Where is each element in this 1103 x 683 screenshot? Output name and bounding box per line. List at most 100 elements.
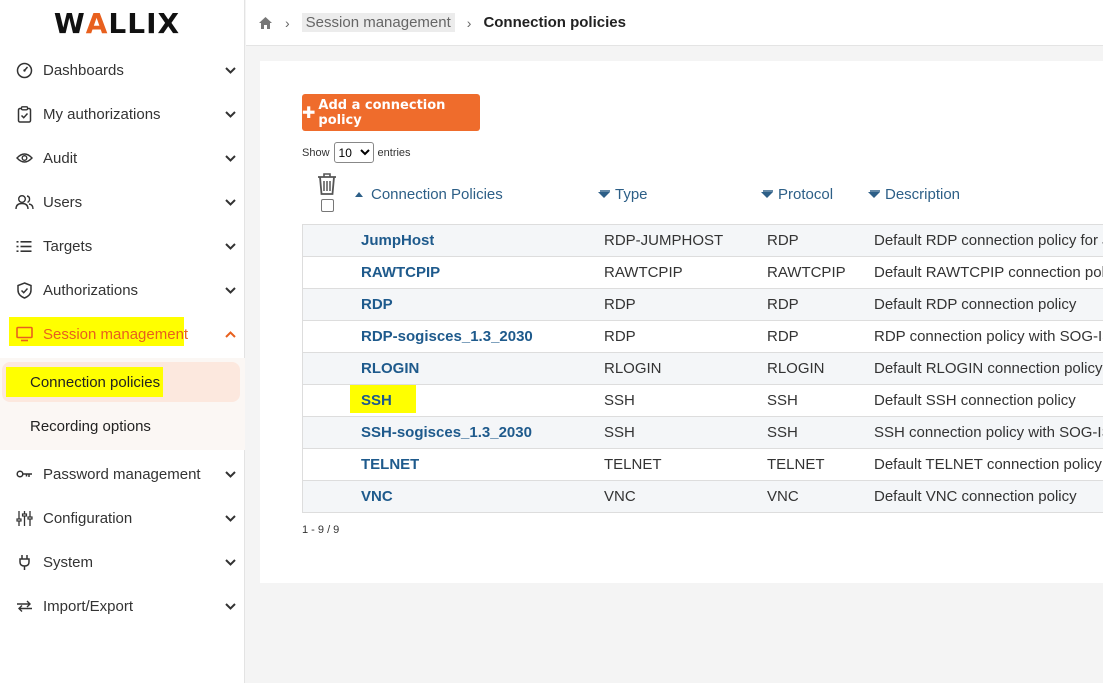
policy-name-link[interactable]: TELNET [361, 449, 419, 480]
eye-icon [14, 148, 34, 168]
column-header-connection-policies[interactable]: Connection Policies [354, 186, 503, 203]
breadcrumb-current: Connection policies [483, 14, 626, 31]
policy-name-link[interactable]: RLOGIN [361, 353, 419, 384]
sidebar-item-import-export[interactable]: Import/Export [0, 584, 245, 628]
plus-icon: ✚ [302, 103, 316, 122]
sort-asc-icon [355, 192, 363, 197]
column-header-label: Connection Policies [371, 186, 503, 203]
sidebar: W A LLIX Dashboards My authorizations Audi… [0, 0, 245, 683]
trash-icon[interactable] [316, 172, 338, 201]
table-row: RDP-sogisces_1.3_2030 RDP RDP RDP connec… [302, 321, 1103, 353]
sidebar-subitem-recording-options[interactable]: Recording options [2, 406, 240, 446]
table-row: JumpHost RDP-JUMPHOST RDP Default RDP co… [302, 225, 1103, 257]
policy-description: Default RDP connection policy [874, 296, 1077, 313]
sidebar-subitem-connection-policies[interactable]: Connection policies [2, 362, 240, 402]
sidebar-item-dashboards[interactable]: Dashboards [0, 48, 245, 92]
entries-select[interactable]: 10 [333, 142, 374, 163]
breadcrumb: › Session management › Connection polici… [246, 0, 1103, 46]
sidebar-item-label: Audit [43, 149, 78, 167]
policy-name-link[interactable]: JumpHost [361, 225, 434, 256]
add-button-label: Add a connection policy [318, 97, 446, 128]
key-icon [14, 464, 34, 484]
policy-type: RDP [604, 328, 636, 345]
chevron-down-icon [215, 198, 245, 206]
sidebar-item-label: Users [43, 193, 83, 211]
sidebar-item-label: Targets [43, 237, 93, 255]
select-all-checkbox[interactable] [321, 199, 334, 212]
policy-name-link[interactable]: RAWTCPIP [361, 257, 440, 288]
policy-description: Default RAWTCPIP connection polic [874, 264, 1103, 281]
chevron-down-icon [215, 110, 245, 118]
sidebar-item-label: Authorizations [43, 281, 139, 299]
sidebar-item-configuration[interactable]: Configuration [0, 496, 245, 540]
sidebar-item-my-authorizations[interactable]: My authorizations [0, 92, 245, 136]
sidebar-subitem-label: Connection policies [30, 373, 161, 391]
clipboard-check-icon [14, 104, 34, 124]
policy-name-link[interactable]: SSH-sogisces_1.3_2030 [361, 417, 532, 448]
policy-protocol: RAWTCPIP [767, 264, 846, 281]
sort-both-icon [761, 190, 773, 198]
sidebar-item-label: System [43, 553, 94, 571]
sidebar-item-label: Import/Export [43, 597, 134, 615]
chevron-down-icon [215, 602, 245, 610]
policy-protocol: SSH [767, 424, 798, 441]
policy-description: Default SSH connection policy [874, 392, 1076, 409]
policy-description: RDP connection policy with SOG-IS [874, 328, 1103, 345]
show-label: Show [302, 146, 330, 159]
sidebar-item-users[interactable]: Users [0, 180, 245, 224]
policy-type: VNC [604, 488, 636, 505]
chevron-down-icon [215, 66, 245, 74]
policy-protocol: TELNET [767, 456, 825, 473]
column-header-description[interactable]: Description [867, 186, 960, 203]
column-header-protocol[interactable]: Protocol [760, 186, 833, 203]
column-header-label: Type [615, 186, 648, 203]
sidebar-item-system[interactable]: System [0, 540, 245, 584]
sidebar-item-audit[interactable]: Audit [0, 136, 245, 180]
policy-name-link[interactable]: VNC [361, 481, 393, 512]
table-row: VNC VNC VNC Default VNC connection polic… [302, 481, 1103, 513]
chevron-down-icon [215, 558, 245, 566]
policy-name-link[interactable]: RDP-sogisces_1.3_2030 [361, 321, 533, 352]
policy-description: Default RDP connection policy for Ju [874, 232, 1103, 249]
sort-both-icon [598, 190, 610, 198]
table-row: RDP RDP RDP Default RDP connection polic… [302, 289, 1103, 321]
breadcrumb-separator-icon: › [285, 14, 290, 31]
table-row: SSH SSH SSH Default SSH connection polic… [302, 385, 1103, 417]
add-connection-policy-button[interactable]: ✚ Add a connection policy [302, 94, 480, 131]
chevron-down-icon [215, 154, 245, 162]
sidebar-item-label: Password management [43, 465, 201, 483]
policy-name-link[interactable]: RDP [361, 289, 393, 320]
column-header-label: Protocol [778, 186, 834, 203]
wallix-logo[interactable]: W A LLIX [0, 0, 244, 46]
policy-type: RDP [604, 296, 636, 313]
table-row: TELNET TELNET TELNET Default TELNET conn… [302, 449, 1103, 481]
policy-description: SSH connection policy with SOG-IS C [874, 424, 1103, 441]
sidebar-item-password-management[interactable]: Password management [0, 452, 245, 496]
shield-check-icon [14, 280, 34, 300]
breadcrumb-link-session-management[interactable]: Session management [301, 13, 455, 32]
chevron-down-icon [215, 514, 245, 522]
sidebar-item-targets[interactable]: Targets [0, 224, 245, 268]
sidebar-item-label: Session management [43, 325, 189, 343]
sidebar-item-label: My authorizations [43, 105, 161, 123]
logo-text-llix: LLIX [108, 6, 181, 40]
monitor-icon [14, 324, 34, 344]
users-icon [14, 192, 34, 212]
policy-type: SSH [604, 424, 635, 441]
connection-policies-table: JumpHost RDP-JUMPHOST RDP Default RDP co… [302, 224, 1103, 513]
policy-name-link[interactable]: SSH [361, 385, 392, 416]
chevron-down-icon [215, 286, 245, 294]
sidebar-item-label: Dashboards [43, 61, 124, 79]
sidebar-subitem-label: Recording options [30, 417, 151, 435]
length-menu: Show 10 entries [302, 142, 411, 163]
column-header-type[interactable]: Type [597, 186, 648, 203]
policy-type: SSH [604, 392, 635, 409]
sidebar-item-session-management[interactable]: Session management [0, 312, 245, 356]
policy-protocol: VNC [767, 488, 799, 505]
home-icon[interactable] [258, 16, 273, 30]
entries-label: entries [377, 146, 411, 159]
chevron-down-icon [215, 242, 245, 250]
sidebar-item-authorizations[interactable]: Authorizations [0, 268, 245, 312]
list-icon [14, 236, 34, 256]
sort-both-icon [868, 190, 880, 198]
